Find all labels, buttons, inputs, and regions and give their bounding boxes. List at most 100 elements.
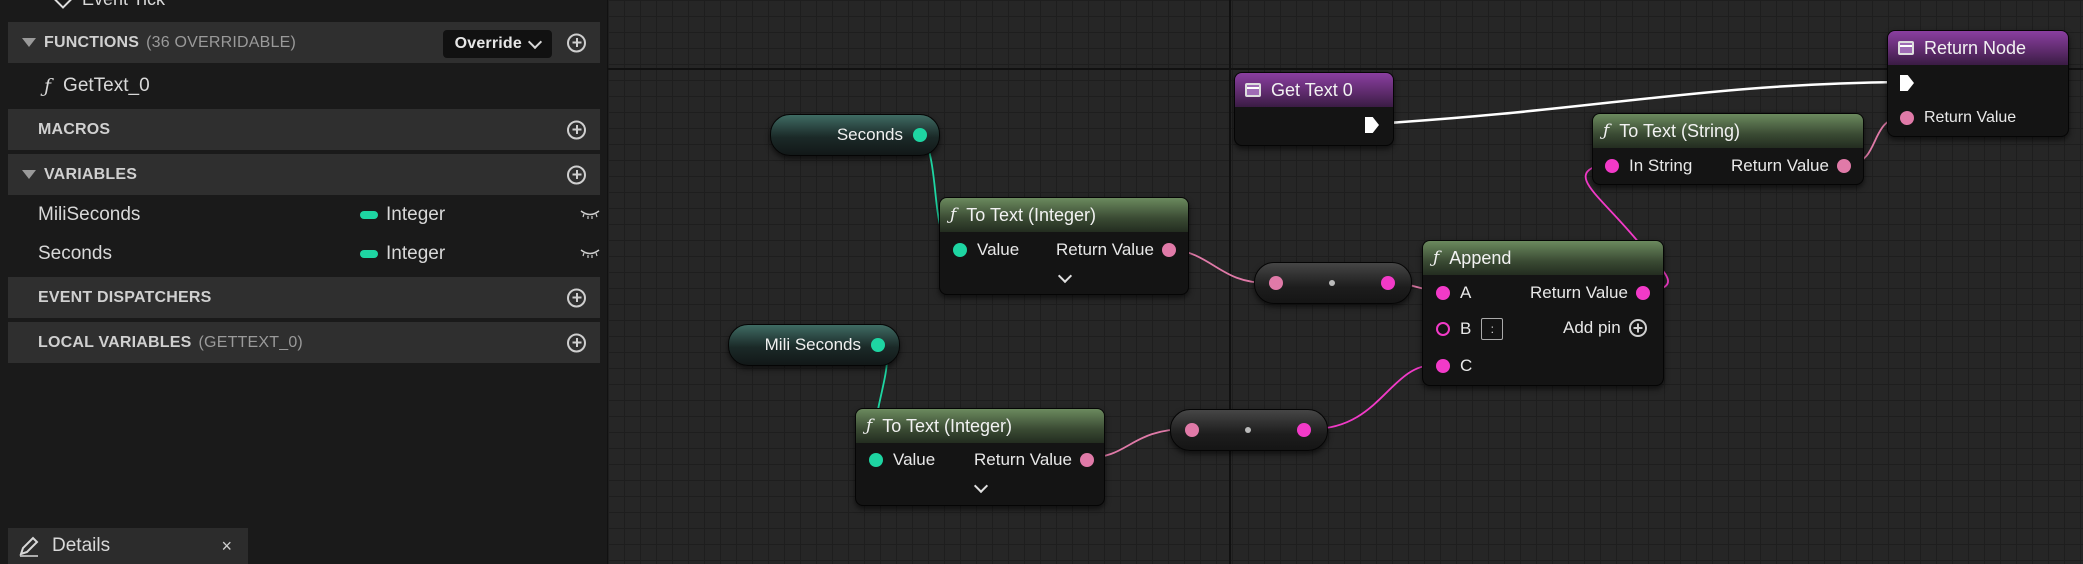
reroute-out-pin[interactable]: [1297, 423, 1311, 437]
eye-closed-icon[interactable]: [580, 248, 600, 258]
function-icon: ƒ: [950, 205, 957, 225]
integer-out-pin[interactable]: [913, 128, 927, 142]
add-pin-icon: [1628, 319, 1647, 337]
override-label: Override: [454, 35, 522, 52]
event-dispatchers-section-header[interactable]: EVENT DISPATCHERS: [8, 277, 600, 318]
pin-a-input[interactable]: A: [1436, 283, 1471, 303]
local-variables-title: LOCAL VARIABLES: [38, 333, 192, 351]
variables-section-header[interactable]: VARIABLES: [8, 154, 600, 195]
add-local-variable-icon[interactable]: [567, 333, 586, 352]
string-pin-icon[interactable]: [1436, 359, 1450, 373]
add-pin-button[interactable]: Add pin: [1563, 318, 1647, 338]
macros-title: MACROS: [38, 120, 111, 138]
variable-item-miliseconds[interactable]: MiliSeconds Integer: [8, 196, 600, 234]
get-text-entry-node[interactable]: Get Text 0: [1234, 72, 1394, 146]
exec-out-pin[interactable]: [1365, 117, 1379, 133]
node-header: Get Text 0: [1235, 73, 1393, 107]
collapse-triangle-icon[interactable]: [22, 170, 36, 179]
pin-label: In String: [1629, 156, 1693, 175]
reroute-node-1[interactable]: [1254, 262, 1412, 304]
add-event-dispatcher-icon[interactable]: [567, 288, 586, 307]
string-pin-icon[interactable]: [1436, 286, 1450, 300]
function-entry-icon: [1245, 83, 1261, 97]
seconds-variable-get-node[interactable]: Seconds: [770, 114, 940, 156]
return-value-output[interactable]: Return Value: [974, 450, 1094, 470]
event-tick-item[interactable]: Event Tick: [8, 0, 600, 10]
append-return-value-output[interactable]: Return Value: [1530, 283, 1650, 303]
add-macro-icon[interactable]: [567, 120, 586, 139]
to-text-integer-node-1[interactable]: ƒ To Text (Integer) Value Return Value: [939, 197, 1189, 295]
node-header: ƒ To Text (Integer): [940, 198, 1188, 232]
return-node[interactable]: Return Node Return Value: [1887, 30, 2069, 137]
macros-section-header[interactable]: MACROS: [8, 109, 600, 150]
return-value-input[interactable]: Return Value: [1900, 109, 2016, 127]
in-string-input[interactable]: In String: [1605, 156, 1692, 176]
variable-type: Integer: [386, 204, 446, 225]
return-value-output[interactable]: Return Value: [1731, 156, 1851, 176]
reroute-in-pin[interactable]: [1269, 276, 1283, 290]
variable-label: Mili Seconds: [764, 335, 861, 354]
node-title: Get Text 0: [1271, 79, 1353, 100]
node-header: ƒ To Text (Integer): [856, 409, 1104, 443]
event-tick-label: Event Tick: [82, 0, 165, 10]
to-text-integer-node-2[interactable]: ƒ To Text (Integer) Value Return Value: [855, 408, 1105, 506]
collapse-triangle-icon[interactable]: [22, 38, 36, 47]
add-function-icon[interactable]: [567, 33, 586, 52]
node-title: Return Node: [1924, 37, 2027, 58]
pin-label: Return Value: [1924, 109, 2017, 126]
local-variables-section-header[interactable]: LOCAL VARIABLES (GETTEXT_0): [8, 322, 600, 363]
variable-type: Integer: [386, 243, 446, 264]
string-pin-hollow-icon[interactable]: [1436, 322, 1450, 336]
expand-chevron-icon[interactable]: [1057, 268, 1073, 284]
integer-pin-icon[interactable]: [953, 243, 967, 257]
pin-c-input[interactable]: C: [1436, 356, 1472, 376]
close-icon[interactable]: ×: [221, 536, 232, 557]
expand-chevron-icon[interactable]: [973, 478, 989, 494]
reroute-in-pin[interactable]: [1185, 423, 1199, 437]
mili-seconds-variable-get-node[interactable]: Mili Seconds: [728, 324, 900, 366]
eye-closed-icon[interactable]: [580, 209, 600, 219]
functions-section-header[interactable]: FUNCTIONS (36 OVERRIDABLE) Override: [8, 22, 600, 63]
text-pin-icon[interactable]: [1079, 453, 1094, 467]
node-header: ƒ Append: [1423, 241, 1663, 275]
node-title: To Text (Integer): [966, 204, 1097, 225]
override-dropdown[interactable]: Override: [442, 30, 552, 58]
pin-label: Return Value: [1731, 156, 1829, 175]
details-tab[interactable]: Details ×: [8, 528, 248, 564]
pin-b-value-field[interactable]: :: [1481, 318, 1504, 340]
pin-b-input[interactable]: B :: [1436, 318, 1504, 340]
value-input[interactable]: Value: [869, 450, 935, 470]
reroute-node-2[interactable]: [1170, 409, 1328, 451]
integer-out-pin[interactable]: [871, 338, 885, 352]
add-variable-icon[interactable]: [567, 165, 586, 184]
variable-name: Seconds: [38, 243, 112, 264]
functions-title: FUNCTIONS: [44, 33, 140, 51]
reroute-center-dot: [1329, 280, 1335, 286]
pencil-icon: [19, 536, 39, 557]
string-pin-icon[interactable]: [1605, 159, 1619, 173]
variables-title: VARIABLES: [44, 165, 138, 183]
append-node[interactable]: ƒ Append A Return Value B : Add pin C: [1422, 240, 1664, 386]
exec-in-pin[interactable]: [1900, 75, 1914, 91]
chevron-down-icon: [527, 34, 543, 50]
return-value-output[interactable]: Return Value: [1056, 240, 1176, 260]
grid-major-line-h: [608, 68, 2083, 70]
event-icon: [53, 0, 73, 9]
value-input[interactable]: Value: [953, 240, 1019, 260]
reroute-out-pin[interactable]: [1381, 276, 1395, 290]
pin-label: Return Value: [1056, 240, 1154, 259]
node-header: ƒ To Text (String): [1593, 114, 1863, 148]
to-text-string-node[interactable]: ƒ To Text (String) In String Return Valu…: [1592, 113, 1864, 185]
function-item-gettext-0[interactable]: ƒ GetText_0: [8, 67, 600, 105]
text-pin-icon[interactable]: [1900, 111, 1914, 125]
string-pin-icon[interactable]: [1635, 286, 1650, 300]
functions-subtitle: (36 OVERRIDABLE): [146, 33, 297, 51]
integer-pin-icon[interactable]: [869, 453, 883, 467]
integer-type-pill-icon: [360, 250, 378, 258]
grid-major-line-v: [1229, 0, 1231, 564]
text-pin-icon[interactable]: [1836, 159, 1851, 173]
node-title: Append: [1449, 247, 1512, 268]
variable-item-seconds[interactable]: Seconds Integer: [8, 235, 600, 273]
text-pin-icon[interactable]: [1161, 243, 1176, 257]
pin-label: Return Value: [974, 450, 1072, 469]
